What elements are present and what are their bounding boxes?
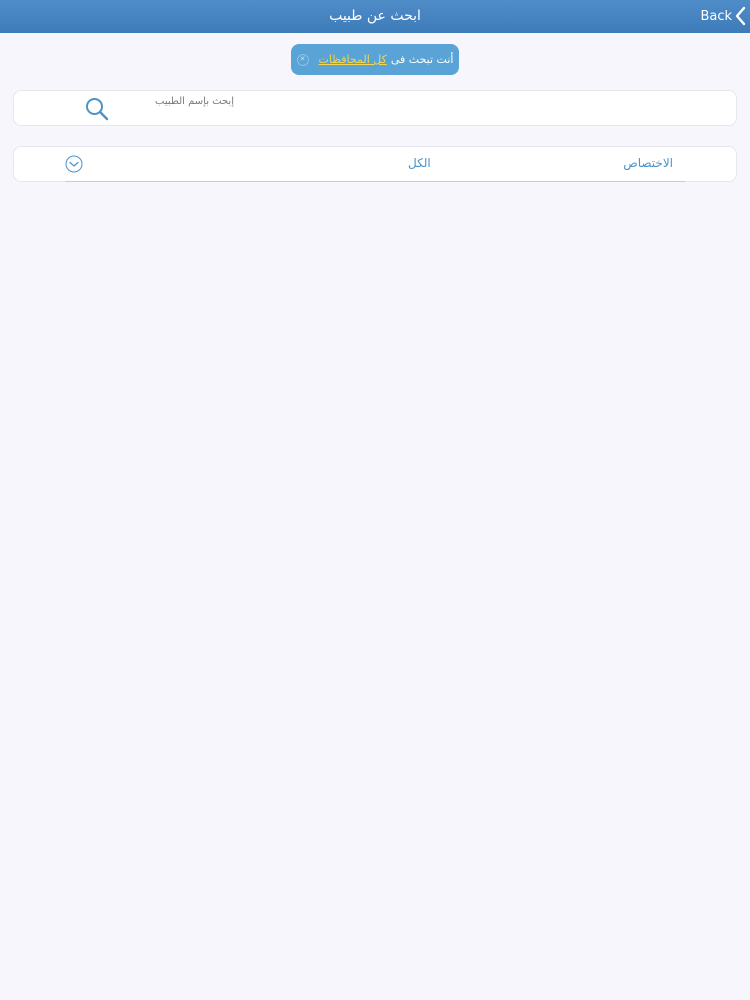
doctor-search-box[interactable] (13, 90, 737, 126)
specialty-filter[interactable]: الاختصاص الكل (13, 146, 737, 182)
search-icon[interactable] (84, 96, 110, 122)
back-button[interactable]: Back (700, 6, 746, 26)
close-icon[interactable]: ✕ (296, 53, 309, 66)
search-input[interactable] (134, 93, 234, 109)
chevron-down-icon[interactable] (65, 155, 83, 173)
governorate-link[interactable]: كل المحافظات (319, 53, 387, 66)
filter-divider (65, 181, 685, 182)
navigation-bar: ابحث عن طبيب Back (0, 0, 750, 33)
back-button-label: Back (700, 8, 732, 24)
specialty-label: الاختصاص (623, 156, 673, 170)
banner-prefix: أنت تبحث فى (390, 53, 454, 66)
page-title: ابحث عن طبيب (329, 8, 421, 24)
chevron-left-icon (735, 6, 746, 26)
location-banner[interactable]: أنت تبحث فى كل المحافظات ✕ (291, 44, 459, 75)
specialty-selected-value[interactable]: الكل (408, 156, 431, 170)
